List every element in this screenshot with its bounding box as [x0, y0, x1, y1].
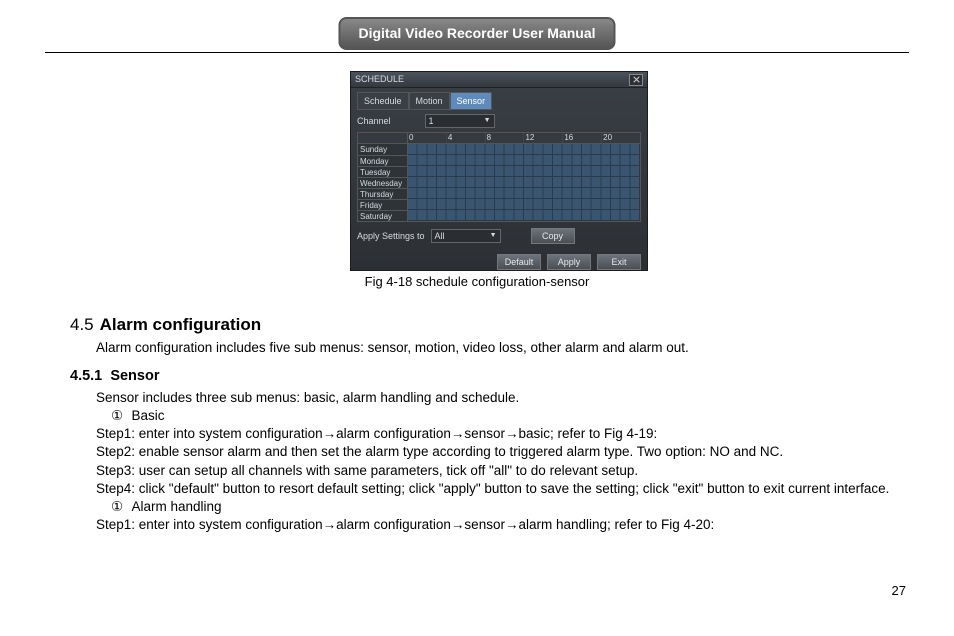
- apply-settings-label: Apply Settings to: [357, 230, 425, 242]
- heading-4-5-1: 4.5.1 Sensor: [70, 367, 914, 387]
- figure-caption: Fig 4-18 schedule configuration-sensor: [0, 273, 954, 291]
- hour-4: 4: [447, 133, 486, 143]
- day-sun: Sunday: [358, 144, 408, 155]
- window-titlebar: SCHEDULE: [351, 72, 647, 88]
- schedule-grid[interactable]: 0 4 8 12 16 20 Sunday Monday Tuesday Wed…: [357, 132, 641, 222]
- step4: Step4: click "default" button to resort …: [96, 480, 914, 498]
- body-text: 4.5 Alarm configuration Alarm configurati…: [70, 314, 914, 534]
- circle-1b-mark: ①: [110, 498, 124, 516]
- step2: Step2: enable sensor alarm and then set …: [96, 443, 914, 461]
- hour-8: 8: [486, 133, 525, 143]
- exit-button[interactable]: Exit: [597, 254, 641, 270]
- hour-12: 12: [524, 133, 563, 143]
- section45-intro: Alarm configuration includes five sub me…: [96, 339, 914, 357]
- tab-sensor[interactable]: Sensor: [450, 92, 493, 110]
- section451-intro: Sensor includes three sub menus: basic, …: [96, 389, 914, 407]
- item-basic-label: Basic: [132, 408, 165, 423]
- grid-cells[interactable]: [408, 144, 640, 221]
- apply-row: Apply Settings to All ▼ Copy: [351, 222, 647, 250]
- heading-4-5: 4.5 Alarm configuration: [70, 314, 914, 337]
- heading-num: 4.5: [70, 315, 94, 334]
- apply-select[interactable]: All ▼: [431, 229, 501, 243]
- copy-button[interactable]: Copy: [531, 228, 575, 244]
- tab-schedule[interactable]: Schedule: [357, 92, 409, 110]
- item-alarm-handling: ① Alarm handling: [110, 498, 914, 516]
- channel-select[interactable]: 1 ▼: [425, 114, 495, 128]
- day-fri: Friday: [358, 199, 408, 210]
- chevron-down-icon: ▼: [490, 231, 497, 240]
- item-alarm-handling-label: Alarm handling: [132, 499, 222, 514]
- tab-motion[interactable]: Motion: [409, 92, 450, 110]
- heading-title: Alarm configuration: [100, 315, 262, 334]
- chevron-down-icon: ▼: [484, 116, 491, 125]
- heading-451-title: Sensor: [110, 368, 159, 384]
- step1b: Step1: enter into system configuration→a…: [96, 516, 914, 534]
- channel-label: Channel: [357, 115, 391, 127]
- circle-1-mark: ①: [110, 407, 124, 425]
- day-thu: Thursday: [358, 188, 408, 199]
- day-wed: Wednesday: [358, 177, 408, 188]
- channel-row: Channel 1 ▼: [351, 112, 647, 130]
- schedule-window: SCHEDULE Schedule Motion Sensor Channel …: [350, 71, 648, 271]
- step3: Step3: user can setup all channels with …: [96, 462, 914, 480]
- tab-bar: Schedule Motion Sensor: [351, 88, 647, 112]
- header-rule: [45, 52, 909, 53]
- hour-16: 16: [563, 133, 602, 143]
- close-icon[interactable]: [629, 74, 643, 86]
- channel-value: 1: [429, 115, 434, 127]
- manual-header: Digital Video Recorder User Manual: [338, 17, 615, 50]
- day-mon: Monday: [358, 155, 408, 166]
- manual-title: Digital Video Recorder User Manual: [358, 25, 595, 41]
- hour-header: 0 4 8 12 16 20: [358, 133, 640, 144]
- default-button[interactable]: Default: [497, 254, 541, 270]
- step1: Step1: enter into system configuration→a…: [96, 425, 914, 443]
- heading-451-num: 4.5.1: [70, 368, 102, 384]
- day-labels: Sunday Monday Tuesday Wednesday Thursday…: [358, 144, 408, 221]
- hour-0: 0: [408, 133, 447, 143]
- apply-button[interactable]: Apply: [547, 254, 591, 270]
- page-number: 27: [892, 582, 906, 600]
- item-basic: ① Basic: [110, 407, 914, 425]
- apply-value: All: [435, 230, 445, 242]
- window-title: SCHEDULE: [355, 73, 404, 85]
- day-tue: Tuesday: [358, 166, 408, 177]
- day-sat: Saturday: [358, 210, 408, 221]
- hour-20: 20: [602, 133, 640, 143]
